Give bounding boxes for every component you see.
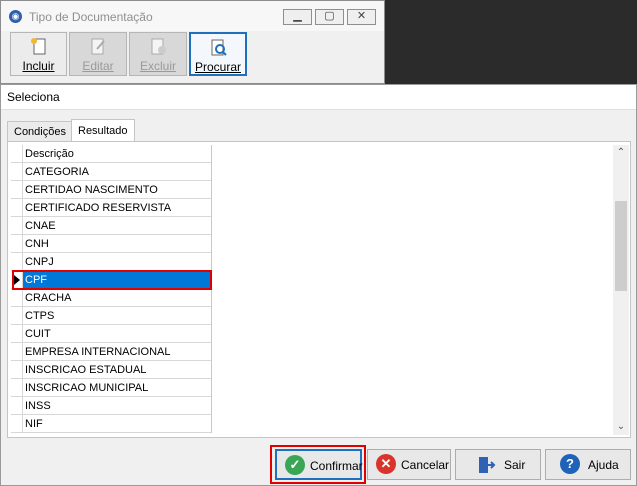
tab-resultado[interactable]: Resultado: [71, 119, 135, 141]
incluir-button[interactable]: Incluir: [10, 32, 67, 76]
row-cell: CNH: [25, 238, 49, 250]
table-row[interactable]: CATEGORIA: [11, 163, 211, 181]
row-cell: INSS: [25, 400, 51, 412]
row-indicator: [11, 397, 23, 414]
minimize-button[interactable]: ▁: [283, 9, 312, 25]
table-row[interactable]: CRACHA: [11, 289, 211, 307]
row-cell: EMPRESA INTERNACIONAL: [25, 346, 171, 358]
row-indicator: [11, 145, 23, 162]
main-window: ◉ Tipo de Documentação ▁ ▢ ✕ Incluir Edi…: [0, 0, 385, 84]
new-document-icon: [30, 38, 45, 55]
row-indicator: [11, 253, 23, 270]
table-row[interactable]: CUIT: [11, 325, 211, 343]
column-header-descricao[interactable]: Descrição: [25, 148, 74, 160]
scrollbar-thumb[interactable]: [615, 201, 627, 291]
main-window-title: Tipo de Documentação: [29, 10, 153, 24]
sair-button[interactable]: Sair: [455, 449, 541, 480]
app-globe-icon: ◉: [9, 10, 22, 23]
row-indicator: [11, 163, 23, 180]
row-cell: CERTIFICADO RESERVISTA: [25, 202, 172, 214]
table-row[interactable]: INSCRICAO MUNICIPAL: [11, 379, 211, 397]
tab-condicoes-label: Condições: [14, 126, 66, 138]
selected-row-highlight: [12, 270, 212, 290]
edit-document-icon: [91, 38, 105, 55]
editar-button[interactable]: Editar: [69, 32, 127, 76]
confirm-button-highlight: [270, 445, 366, 484]
row-indicator: [11, 379, 23, 396]
table-row[interactable]: CERTIDAO NASCIMENTO: [11, 181, 211, 199]
row-indicator: [11, 361, 23, 378]
row-cell: CUIT: [25, 328, 51, 340]
cancelar-button[interactable]: ✕ Cancelar: [367, 449, 451, 480]
table-row[interactable]: NIF: [11, 415, 211, 433]
seleciona-dialog: Seleciona Condições Resultado Descrição …: [0, 84, 637, 486]
table-row[interactable]: CTPS: [11, 307, 211, 325]
dialog-title-bar: Seleciona: [1, 85, 636, 110]
row-cell: CNPJ: [25, 256, 54, 268]
dialog-footer: ✓ Confirmar ✕ Cancelar Sair ? Ajuda: [1, 445, 636, 485]
row-cell: INSCRICAO ESTADUAL: [25, 364, 147, 376]
close-window-button[interactable]: ✕: [347, 9, 376, 25]
row-indicator: [11, 343, 23, 360]
maximize-button[interactable]: ▢: [315, 9, 344, 25]
row-indicator: [11, 199, 23, 216]
row-indicator: [11, 289, 23, 306]
delete-document-icon: [151, 38, 166, 55]
table-row[interactable]: INSCRICAO ESTADUAL: [11, 361, 211, 379]
row-indicator: [11, 307, 23, 324]
excluir-button[interactable]: Excluir: [129, 32, 187, 76]
tab-resultado-label: Resultado: [78, 125, 128, 137]
row-cell: CATEGORIA: [25, 166, 89, 178]
table-row[interactable]: CNH: [11, 235, 211, 253]
row-cell: NIF: [25, 418, 43, 430]
procurar-label: Procurar: [194, 60, 241, 74]
row-indicator: [11, 235, 23, 252]
cancelar-label: Cancelar: [401, 458, 450, 472]
row-cell: CRACHA: [25, 292, 72, 304]
search-document-icon: [211, 39, 227, 56]
exit-door-icon: [479, 457, 496, 473]
table-row[interactable]: CNAE: [11, 217, 211, 235]
grid-header-row: Descrição: [11, 145, 211, 163]
table-row[interactable]: CERTIFICADO RESERVISTA: [11, 199, 211, 217]
ajuda-button[interactable]: ? Ajuda: [545, 449, 631, 480]
resultado-panel: Descrição CATEGORIA CERTIDAO NASCIMENTO …: [7, 141, 631, 438]
row-indicator: [11, 415, 23, 432]
ajuda-label: Ajuda: [588, 458, 619, 472]
excluir-label: Excluir: [139, 59, 176, 73]
procurar-button[interactable]: Procurar: [189, 32, 247, 76]
table-row[interactable]: CNPJ: [11, 253, 211, 271]
scroll-down-arrow-icon[interactable]: ⌄: [613, 419, 629, 435]
table-row[interactable]: EMPRESA INTERNACIONAL: [11, 343, 211, 361]
row-cell: CNAE: [25, 220, 56, 232]
editar-label: Editar: [82, 59, 114, 73]
row-cell: CERTIDAO NASCIMENTO: [25, 184, 158, 196]
incluir-label: Incluir: [22, 59, 55, 73]
main-titlebar: ◉ Tipo de Documentação ▁ ▢ ✕: [1, 1, 384, 31]
scroll-up-arrow-icon[interactable]: ⌃: [613, 145, 629, 161]
sair-label: Sair: [504, 458, 526, 472]
row-cell: INSCRICAO MUNICIPAL: [25, 382, 149, 394]
help-icon: ?: [560, 454, 580, 474]
row-indicator: [11, 217, 23, 234]
row-indicator: [11, 325, 23, 342]
tab-condicoes[interactable]: Condições: [7, 121, 73, 141]
dialog-title: Seleciona: [7, 90, 60, 104]
cancel-icon: ✕: [376, 454, 396, 474]
row-indicator: [11, 181, 23, 198]
row-cell: CTPS: [25, 310, 55, 322]
vertical-scrollbar[interactable]: ⌃ ⌄: [613, 145, 629, 435]
table-row[interactable]: INSS: [11, 397, 211, 415]
